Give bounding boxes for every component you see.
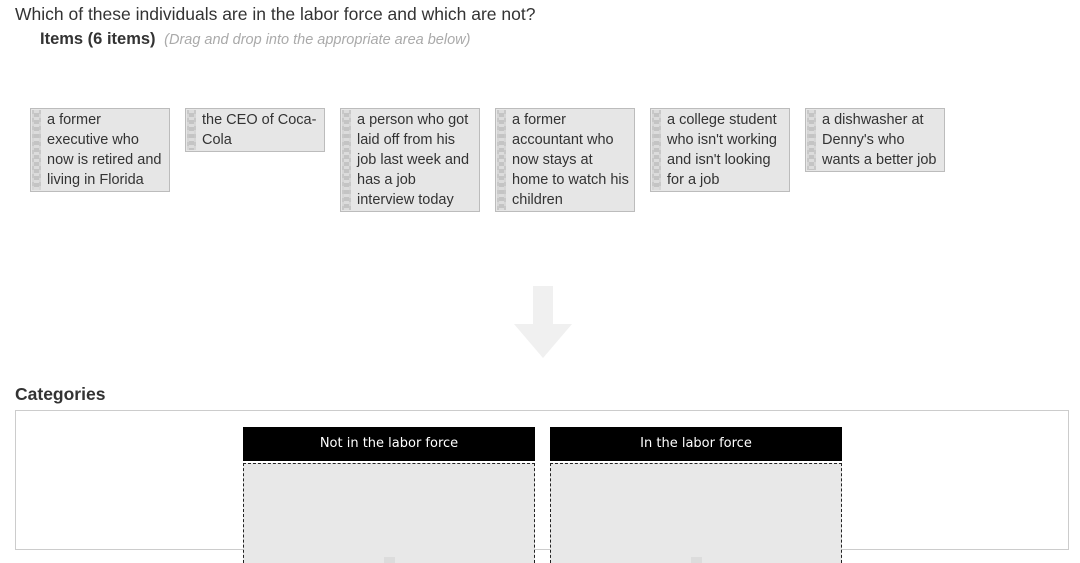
item-label: a former accountant who now stays at hom… <box>512 112 629 208</box>
draggable-item[interactable]: a college student who isn't working and … <box>650 108 790 192</box>
category-header: In the labor force <box>550 427 842 461</box>
arrow-down-icon <box>384 557 395 563</box>
drop-zone[interactable] <box>243 463 535 563</box>
item-label: a person who got laid off from his job l… <box>357 112 470 208</box>
item-label: a former executive who now is retired an… <box>47 112 162 188</box>
item-label: a college student who isn't working and … <box>667 112 777 188</box>
categories-container <box>15 410 1069 550</box>
item-label: a dishwasher at Denny's who wants a bett… <box>822 112 937 168</box>
drag-handle-icon[interactable] <box>807 110 816 170</box>
items-title: Items (6 items) <box>40 30 156 48</box>
drag-hint: (Drag and drop into the appropriate area… <box>164 32 471 48</box>
draggable-item[interactable]: a dishwasher at Denny's who wants a bett… <box>805 108 945 172</box>
draggable-item[interactable]: the CEO of Coca-Cola <box>185 108 325 152</box>
arrow-down-icon <box>514 286 572 358</box>
draggable-item[interactable]: a former executive who now is retired an… <box>30 108 170 192</box>
draggable-item[interactable]: a person who got laid off from his job l… <box>340 108 480 212</box>
drag-handle-icon[interactable] <box>652 110 661 190</box>
drop-zone[interactable] <box>550 463 842 563</box>
draggable-item[interactable]: a former accountant who now stays at hom… <box>495 108 635 212</box>
question-text: Which of these individuals are in the la… <box>15 4 536 24</box>
items-header: Items (6 items) (Drag and drop into the … <box>40 30 470 49</box>
drag-handle-icon[interactable] <box>342 110 351 210</box>
arrow-down-icon <box>691 557 702 563</box>
categories-title: Categories <box>15 384 106 404</box>
item-label: the CEO of Coca-Cola <box>202 112 317 148</box>
drag-handle-icon[interactable] <box>187 110 196 150</box>
category-header: Not in the labor force <box>243 427 535 461</box>
drag-handle-icon[interactable] <box>32 110 41 190</box>
drag-handle-icon[interactable] <box>497 110 506 210</box>
